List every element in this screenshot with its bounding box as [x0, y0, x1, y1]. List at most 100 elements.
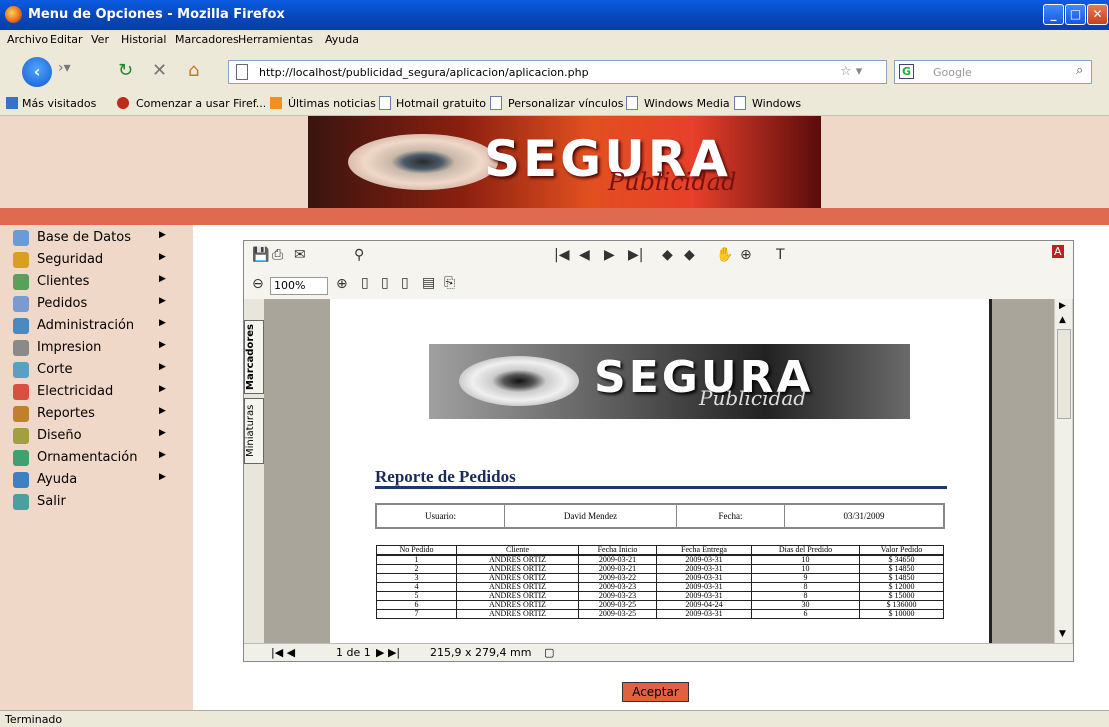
header-band [0, 208, 1109, 225]
last-page-icon[interactable]: ▶| [628, 247, 643, 263]
actual-size-icon[interactable]: ▯ [361, 275, 369, 291]
bookmark-windows-media[interactable]: Windows Media [644, 97, 730, 110]
next-page-icon[interactable]: ▶ [604, 247, 615, 263]
menu-editar[interactable]: Editar [50, 33, 83, 46]
chevron-right-icon: ▶ [159, 384, 166, 394]
scrollbar-thumb[interactable] [1057, 329, 1071, 419]
sidebar-item-seguridad[interactable]: Seguridad ▶ [0, 249, 193, 271]
first-page-icon[interactable]: |◀ ◀ [271, 646, 295, 659]
home-icon[interactable]: ⌂ [188, 60, 199, 81]
bookmark-hotmail[interactable]: Hotmail gratuito [396, 97, 486, 110]
sidebar-item-administracion[interactable]: Administración ▶ [0, 315, 193, 337]
sidebar-item-ayuda[interactable]: Ayuda ▶ [0, 469, 193, 491]
zoom-in-icon[interactable]: ⊕ [336, 276, 348, 292]
sidebar-item-label: Electricidad [37, 384, 114, 399]
sidebar-item-electricidad[interactable]: Electricidad ▶ [0, 381, 193, 403]
bookmark-ultimas-noticias[interactable]: Últimas noticias [288, 97, 376, 110]
menu-historial[interactable]: Historial [121, 33, 166, 46]
menu-archivo[interactable]: Archivo [7, 33, 48, 46]
sidebar-item-reportes[interactable]: Reportes ▶ [0, 403, 193, 425]
status-text: Terminado [5, 713, 63, 726]
zoom-input[interactable]: 100% [270, 277, 328, 295]
find-icon[interactable]: ⚲ [354, 247, 364, 263]
google-icon[interactable]: G [899, 64, 914, 79]
zoom-tool-icon[interactable]: ⊕ [740, 247, 752, 263]
text-select-icon[interactable]: T [776, 247, 785, 263]
fit-page-icon[interactable]: ▯ [381, 275, 389, 291]
single-page-icon[interactable]: ▢ [544, 646, 554, 659]
pdf-vertical-scrollbar[interactable]: ▶ ▲ ▼ [1054, 299, 1072, 643]
email-icon[interactable]: ✉ [294, 247, 306, 263]
bookmark-windows[interactable]: Windows [752, 97, 801, 110]
rotate-icon[interactable]: ⎘ [444, 275, 455, 291]
sidebar-item-corte[interactable]: Corte ▶ [0, 359, 193, 381]
back-button[interactable]: ‹ [22, 57, 52, 87]
eye-image [459, 356, 579, 406]
zoom-out-icon[interactable]: ⊖ [252, 276, 264, 292]
next-page-icon[interactable]: ▶ ▶| [376, 646, 400, 659]
most-visited-icon [6, 97, 18, 109]
forward-button[interactable]: ›▾ [58, 60, 71, 76]
first-page-icon[interactable]: |◀ [554, 247, 569, 263]
save-icon[interactable]: 💾 [252, 247, 269, 263]
scroll-up-icon[interactable]: ▲ [1059, 315, 1066, 325]
sidebar-item-impresion[interactable]: Impresion ▶ [0, 337, 193, 359]
sidebar-item-base-de-datos[interactable]: Base de Datos ▶ [0, 227, 193, 249]
menu-herramientas[interactable]: Herramientas [238, 33, 313, 46]
sidebar-menu: Base de Datos ▶ Seguridad ▶ Clientes ▶ Pedi… [0, 225, 193, 710]
table-row: 1 ANDRES ORTIZ 2009-03-21 2009-03-31 10 $ 346… [376, 554, 944, 565]
hand-tool-icon[interactable]: ✋ [716, 247, 733, 263]
scroll-right-icon[interactable]: ▶ [1059, 301, 1066, 311]
user-value: David Mendez [505, 505, 677, 527]
minimize-button[interactable]: _ [1043, 4, 1064, 25]
menu-ver[interactable]: Ver [91, 33, 109, 46]
sidebar-item-ornamentacion[interactable]: Ornamentación ▶ [0, 447, 193, 469]
firefox-bookmark-icon [117, 97, 129, 109]
bookmark-personalizar[interactable]: Personalizar vínculos [508, 97, 623, 110]
scroll-down-icon[interactable]: ▼ [1059, 629, 1066, 639]
bookmark-mas-visitados[interactable]: Más visitados [22, 97, 96, 110]
page-icon [490, 96, 502, 110]
reflow-icon[interactable]: ▤ [422, 275, 435, 291]
page-indicator[interactable]: 1 de 1 [336, 646, 371, 659]
menu-marcadores[interactable]: Marcadores [175, 33, 239, 46]
fit-width-icon[interactable]: ▯ [401, 275, 409, 291]
pdf-toolbar-top: 💾 ⎙ ✉ ⚲ |◀ ◀ ▶ ▶| ◆ ◆ ✋ ⊕ T A [244, 241, 1073, 269]
url-text: http://localhost/publicidad_segura/aplic… [259, 66, 589, 79]
bookmark-star-icon[interactable]: ☆ ▾ [840, 64, 862, 79]
sidebar-item-clientes[interactable]: Clientes ▶ [0, 271, 193, 293]
search-box[interactable]: G Google ⌕ [894, 60, 1092, 84]
table-header-cell: Fecha Inicio [578, 545, 657, 556]
search-icon[interactable]: ⌕ [1076, 63, 1083, 78]
bookmark-comenzar[interactable]: Comenzar a usar Firef... [136, 97, 266, 110]
sidebar-item-label: Corte [37, 362, 73, 377]
date-value: 03/31/2009 [843, 511, 885, 521]
print-icon[interactable]: ⎙ [272, 247, 283, 263]
prev-page-icon[interactable]: ◀ [579, 247, 590, 263]
close-button[interactable]: ✕ [1087, 4, 1108, 25]
accept-button[interactable]: Aceptar [622, 682, 689, 702]
report-banner: SEGURA Publicidad [429, 344, 910, 419]
sidebar-item-diseno[interactable]: Diseño ▶ [0, 425, 193, 447]
stop-icon[interactable]: ✕ [152, 60, 167, 81]
menu-ayuda[interactable]: Ayuda [325, 33, 359, 46]
chevron-right-icon: ▶ [159, 406, 166, 416]
forward-view-icon[interactable]: ◆ [684, 247, 695, 263]
cut-icon [13, 362, 29, 378]
table-header-row: No Pedido Cliente Fecha Inicio Fecha Entreg… [376, 545, 944, 556]
reports-icon [13, 406, 29, 422]
sidebar-item-pedidos[interactable]: Pedidos ▶ [0, 293, 193, 315]
report-title-underline [375, 486, 947, 489]
status-bar: Terminado [0, 710, 1109, 727]
tab-marcadores[interactable]: Marcadores [244, 320, 264, 394]
table-header-cell: Fecha Entrega [656, 545, 752, 556]
ornament-icon [13, 450, 29, 466]
sidebar-item-salir[interactable]: Salir [0, 491, 193, 513]
tab-miniaturas[interactable]: Miniaturas [244, 398, 264, 464]
maximize-button[interactable]: □ [1065, 4, 1086, 25]
address-bar[interactable]: http://localhost/publicidad_segura/aplic… [228, 60, 887, 84]
reload-icon[interactable]: ↻ [118, 60, 133, 81]
back-view-icon[interactable]: ◆ [662, 247, 673, 263]
table-cell: ANDRES ORTIZ [456, 609, 579, 619]
chevron-right-icon: ▶ [159, 428, 166, 438]
